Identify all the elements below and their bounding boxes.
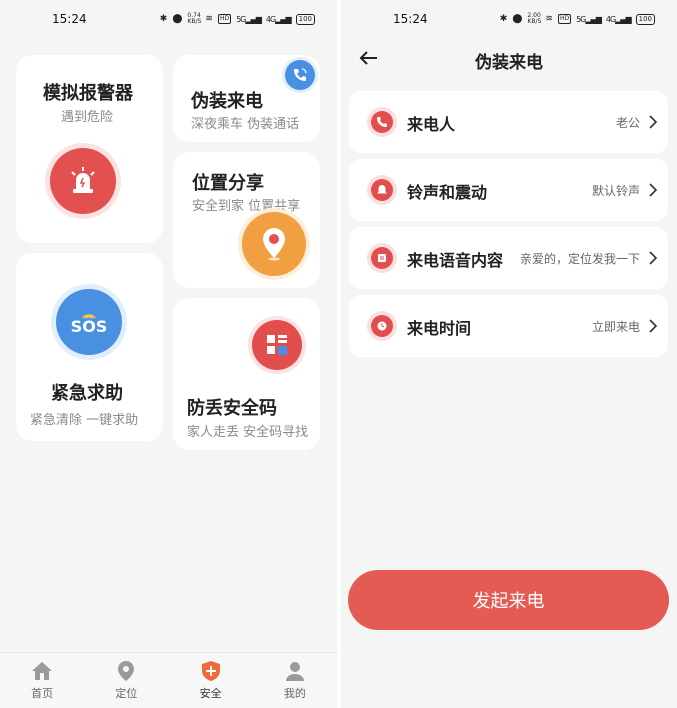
status-icons: ✱ ⬤ 0.74 KB/S ≋ HD 5G▂▄▆ 4G▂▄▆ 100 — [160, 13, 315, 25]
battery-indicator: 100 — [635, 13, 655, 25]
status-icons: ✱ ⬤ 2.00 KB/S ≋ HD 5G▂▄▆ 4G▂▄▆ 100 — [500, 13, 655, 25]
message-icon — [367, 243, 397, 273]
location-share-card-subtitle: 安全到家 位置共享 — [192, 199, 301, 214]
tab-safety-label: 安全 — [199, 687, 222, 700]
status-time: 15:24 — [52, 12, 87, 26]
wifi-icon: ≋ — [545, 14, 553, 24]
sos-card-title: 紧急求助 — [51, 383, 123, 404]
location-pin-icon — [242, 212, 306, 276]
wifi-icon: ≋ — [205, 14, 213, 24]
phone-call-icon — [285, 60, 315, 90]
voice-content-value: 亲爱的，定位发我一下 — [519, 252, 640, 266]
fake-call-card-subtitle: 深夜乘车 伪装通话 — [191, 117, 300, 132]
alarm-siren-icon — [50, 148, 116, 214]
hd-badge: HD — [557, 14, 572, 24]
location-pin-icon: ⬤ — [172, 14, 183, 24]
bluetooth-icon: ✱ — [499, 14, 508, 24]
alarm-card-subtitle: 遇到危险 — [61, 110, 114, 125]
ringtone-row[interactable]: 铃声和震动 默认铃声 — [349, 159, 668, 221]
fake-call-card-title: 伪装来电 — [191, 91, 263, 112]
status-bar: 15:24 ✱ ⬤ 0.74 KB/S ≋ HD 5G▂▄▆ 4G▂▄▆ 100 — [0, 0, 337, 40]
signal-5g-label: 5G — [236, 14, 246, 24]
call-time-row[interactable]: 来电时间 立即来电 — [349, 295, 668, 357]
voice-content-row[interactable]: 来电语音内容 亲爱的，定位发我一下 — [349, 227, 668, 289]
signal-4g-label: 4G — [605, 14, 616, 24]
location-share-card[interactable]: 位置分享 安全到家 位置共享 — [173, 152, 320, 288]
net-speed-unit: KB/S — [527, 18, 542, 25]
location-share-card-title: 位置分享 — [192, 173, 264, 194]
hd-badge: HD — [217, 14, 232, 24]
tab-location[interactable]: 定位 — [84, 653, 168, 708]
tab-home[interactable]: 首页 — [0, 653, 84, 708]
tab-profile[interactable]: 我的 — [253, 653, 337, 708]
net-speed: 0.74 KB/S — [187, 13, 202, 25]
bell-icon — [367, 175, 397, 205]
signal-5g-icon: 5G▂▄▆ — [576, 14, 602, 24]
qr-code-icon — [252, 320, 302, 370]
start-call-button[interactable]: 发起来电 — [348, 570, 669, 630]
net-speed: 2.00 KB/S — [527, 13, 542, 25]
status-time: 15:24 — [393, 12, 428, 26]
phone-icon — [367, 107, 397, 137]
caller-label: 来电人 — [407, 115, 456, 134]
fake-call-card[interactable]: 伪装来电 深夜乘车 伪装通话 — [173, 55, 320, 142]
ringtone-value: 默认铃声 — [591, 184, 640, 198]
ringtone-label: 铃声和震动 — [407, 183, 488, 202]
status-bar: 15:24 ✱ ⬤ 2.00 KB/S ≋ HD 5G▂▄▆ 4G▂▄▆ 100 — [341, 0, 677, 40]
signal-4g-label: 4G — [265, 14, 276, 24]
location-pin-icon: ⬤ — [512, 14, 523, 24]
anti-lost-card[interactable]: 防丢安全码 家人走丢 安全码寻找 — [173, 298, 320, 450]
voice-content-label: 来电语音内容 — [407, 251, 504, 270]
sos-card-subtitle: 紧急清除 一键求助 — [30, 413, 139, 428]
battery-indicator: 100 — [295, 13, 315, 25]
sos-badge-text: SOS — [70, 317, 108, 336]
page-title: 伪装来电 — [475, 53, 543, 73]
chevron-right-icon — [649, 115, 658, 129]
safety-home-screen: 15:24 ✱ ⬤ 0.74 KB/S ≋ HD 5G▂▄▆ 4G▂▄▆ 100 … — [0, 0, 337, 708]
call-time-label: 来电时间 — [407, 319, 472, 338]
fake-call-settings-screen: 15:24 ✱ ⬤ 2.00 KB/S ≋ HD 5G▂▄▆ 4G▂▄▆ 100 … — [341, 0, 677, 708]
tab-safety[interactable]: 安全 — [169, 653, 253, 708]
shield-plus-icon — [201, 661, 220, 681]
clock-icon — [367, 311, 397, 341]
tab-profile-label: 我的 — [283, 687, 306, 700]
bottom-tab-bar: 首页 定位 安全 我的 — [0, 652, 337, 708]
sos-card[interactable]: SOS 紧急求助 紧急清除 一键求助 — [16, 253, 163, 441]
alarm-card-title: 模拟报警器 — [43, 83, 133, 104]
net-speed-unit: KB/S — [187, 18, 202, 25]
location-icon — [118, 661, 135, 681]
signal-5g-icon: 5G▂▄▆ — [236, 14, 262, 24]
chevron-right-icon — [649, 319, 658, 333]
chevron-right-icon — [649, 251, 658, 265]
sos-icon: SOS — [56, 289, 122, 355]
user-icon — [285, 662, 304, 681]
tab-home-label: 首页 — [31, 687, 54, 700]
tab-location-label: 定位 — [115, 687, 138, 700]
anti-lost-card-title: 防丢安全码 — [187, 398, 277, 419]
signal-4g-icon: 4G▂▄▆ — [605, 14, 632, 24]
top-app-bar: 伪装来电 — [341, 40, 677, 78]
call-time-value: 立即来电 — [591, 320, 640, 334]
anti-lost-card-subtitle: 家人走丢 安全码寻找 — [187, 425, 309, 440]
caller-value: 老公 — [615, 116, 640, 130]
alarm-card[interactable]: 模拟报警器 遇到危险 — [16, 55, 163, 243]
signal-4g-icon: 4G▂▄▆ — [265, 14, 292, 24]
home-icon — [32, 662, 53, 680]
bluetooth-icon: ✱ — [159, 14, 168, 24]
chevron-right-icon — [649, 183, 658, 197]
signal-5g-label: 5G — [576, 14, 586, 24]
caller-row[interactable]: 来电人 老公 — [349, 91, 668, 153]
